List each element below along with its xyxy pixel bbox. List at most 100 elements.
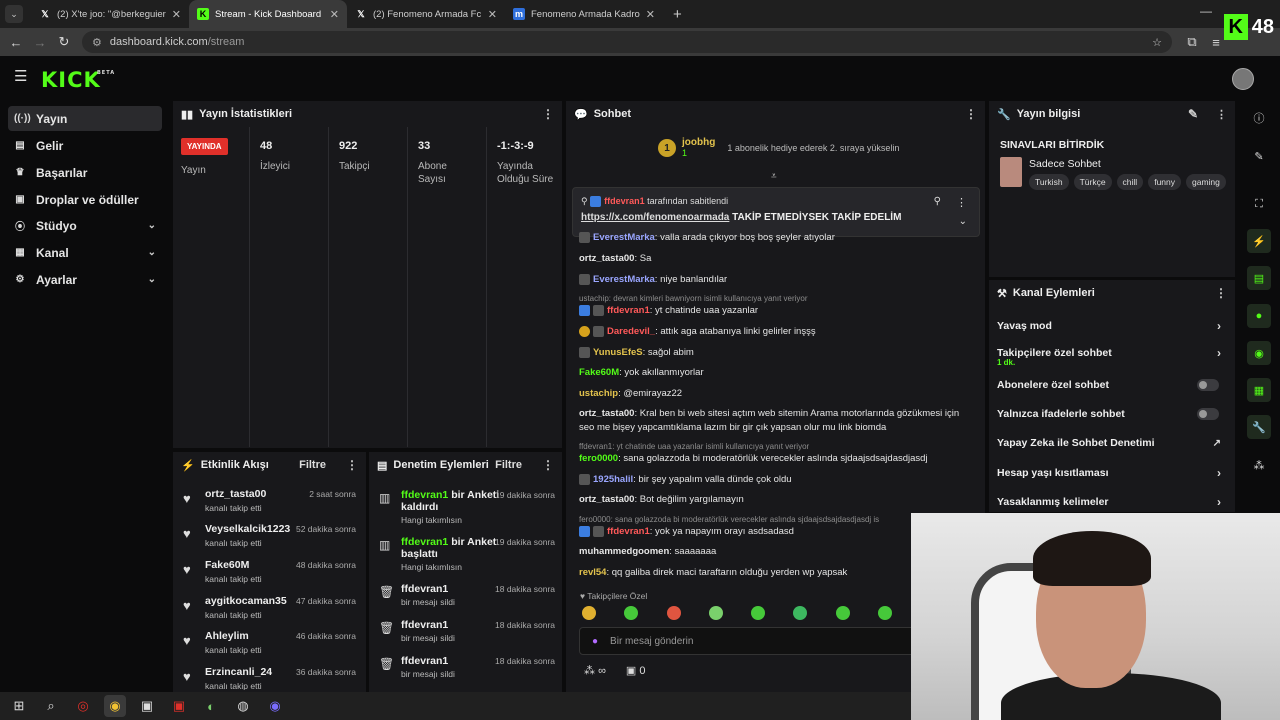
info-icon[interactable]: ⓘ [1247,106,1271,130]
search-icon[interactable]: ⌕ [40,695,62,717]
more-options-icon[interactable]: ⋮ [542,107,554,121]
chat-username[interactable]: EverestMarka [593,274,655,285]
more-options-icon[interactable]: ⋮ [1215,286,1227,300]
close-tab-icon[interactable]: ✕ [646,8,655,21]
minimize-icon[interactable]: — [1200,4,1212,18]
browser-tab[interactable]: m Fenomeno Armada Kadro | Mac ✕ [505,0,663,28]
chrome-icon[interactable]: ◉ [104,695,126,717]
close-tab-icon[interactable]: ✕ [330,8,339,21]
chat-username[interactable]: revl54 [579,567,606,578]
app-icon[interactable]: ◎ [72,695,94,717]
emote-icon[interactable] [835,606,850,620]
bolt-icon[interactable]: ⚡ [1247,229,1271,253]
forward-icon[interactable]: → [28,35,52,50]
sidebar-item-studyo[interactable]: ⦿ Stüdyo ⌄ [8,213,162,238]
action-followers-chat[interactable]: Takipçilere özel sohbet 1 dk. › [997,340,1227,367]
chat-username[interactable]: muhammedgoomen [579,546,669,557]
collapse-icon[interactable]: ⩡ [771,171,777,182]
app-icon[interactable]: ▣ [168,695,190,717]
close-tab-icon[interactable]: ✕ [172,8,181,21]
browser-tab-active[interactable]: K Stream - Kick Dashboard ✕ [189,0,347,28]
windows-start-icon[interactable]: ⊞ [8,695,30,717]
chat-username[interactable]: ortz_tasta00 [579,253,634,264]
sidebar-item-gelir[interactable]: ▤ Gelir [8,133,162,158]
filter-button[interactable]: Filtre [495,459,522,471]
emote-icon[interactable] [708,606,723,620]
action-banned-words[interactable]: Yasaklanmış kelimeler › [997,489,1227,515]
sidebar-item-kanal[interactable]: ▦ Kanal ⌄ [8,240,162,265]
action-slow-mode[interactable]: Yavaş mod › [997,313,1227,339]
more-options-icon[interactable]: ⋮ [1216,108,1227,121]
gift-counter[interactable]: ▣ 0 [626,664,646,677]
browser-tab[interactable]: 𝕏 (2) X'te joo: "@berkeguierr yine ✕ [31,0,189,28]
chat-username[interactable]: ustachip [579,388,618,399]
obs-icon[interactable]: ◍ [232,695,254,717]
chat-username[interactable]: Daredevil_ [607,326,655,337]
add-widget-icon[interactable]: ⁂ [1247,453,1271,477]
more-options-icon[interactable]: ⋮ [542,458,554,472]
sidebar-item-basarilar[interactable]: ♛ Başarılar [8,160,162,185]
sidebar-item-ayarlar[interactable]: ⚙ Ayarlar ⌄ [8,267,162,292]
kick-logo[interactable]: KICK BETA [41,68,114,92]
chat-username[interactable]: ffdevran1 [607,305,650,316]
tab-search-button[interactable]: ⌄ [5,5,23,23]
app-icon[interactable]: ◉ [264,695,286,717]
new-tab-icon[interactable]: + [673,6,682,23]
channel-points[interactable]: ⁂ ∞ [584,664,606,677]
url-field[interactable]: ⚙ dashboard.kick.com/stream ☆ [82,31,1172,53]
mod-user[interactable]: ffdevran1 [401,489,448,501]
chat-username[interactable]: Fake60M [579,367,619,378]
feed-username[interactable]: Erzincanli_24 [205,666,272,678]
emote-icon[interactable] [666,606,681,620]
user-avatar[interactable] [1232,68,1254,90]
back-icon[interactable]: ← [4,35,28,50]
app-icon[interactable]: ▣ [136,695,158,717]
mod-log-icon[interactable]: ▦ [1247,378,1271,402]
chat-username[interactable]: 1925halil [593,474,633,485]
browser-tab[interactable]: 𝕏 (2) Fenomeno Armada Fc (@fe ✕ [347,0,505,28]
feed-username[interactable]: aygitkocaman35 [205,595,287,607]
chat-username[interactable]: EverestMarka [593,232,655,243]
wrench-icon[interactable]: 🔧 [1247,415,1271,439]
sidebar-item-yayin[interactable]: ((·)) Yayın [8,106,162,131]
tag[interactable]: funny [1148,174,1181,190]
edit-icon[interactable]: ✎ [1247,144,1271,168]
extensions-icon[interactable]: ⧉ [1180,34,1204,50]
chat-icon[interactable]: ● [1247,304,1271,328]
emote-icon[interactable] [624,606,639,620]
bookmark-star-icon[interactable]: ☆ [1152,36,1162,49]
feed-username[interactable]: Fake60M [205,559,249,571]
more-options-icon[interactable]: ⋮ [346,458,358,472]
mod-user[interactable]: ffdevran1 [401,583,501,595]
gift-prompt[interactable]: 1 abonelik hediye ederek 2. sıraya yükse… [727,143,899,153]
tag[interactable]: gaming [1186,174,1226,190]
fullscreen-icon[interactable]: ⛶ [1247,192,1271,216]
mic-icon[interactable]: ● [592,636,598,647]
more-options-icon[interactable]: ⋮ [965,107,977,121]
broadcast-icon[interactable]: ◉ [1247,341,1271,365]
subs-chat-toggle[interactable] [1197,379,1219,391]
top-gifter-name[interactable]: joobhg [682,137,715,148]
chevron-down-icon[interactable]: ⌄ [959,216,967,227]
clipboard-icon[interactable]: ▤ [1247,266,1271,290]
site-info-icon[interactable]: ⚙ [92,36,102,49]
chat-username[interactable]: ffdevran1 [607,526,650,537]
emotes-chat-toggle[interactable] [1197,408,1219,420]
mod-user[interactable]: ffdevran1 [401,655,501,667]
chat-username[interactable]: ortz_tasta00 [579,494,634,505]
tag[interactable]: Türkçe [1073,174,1112,190]
chat-username[interactable]: ortz_tasta00 [579,408,634,419]
feed-username[interactable]: Ahleylim [205,630,249,642]
chat-username[interactable]: fero0000 [579,453,618,464]
pin-icon[interactable]: ⚲ [934,196,941,207]
chat-username[interactable]: YunusEfeS [593,347,643,358]
mod-user[interactable]: ffdevran1 [401,619,501,631]
sidebar-item-droplar[interactable]: ▣ Droplar ve ödüller [8,187,162,212]
reload-icon[interactable]: ↻ [52,34,76,50]
emote-icon[interactable] [877,606,892,620]
app-icon[interactable]: ◐ [200,695,222,717]
tag[interactable]: Turkish [1029,174,1069,190]
emote-icon[interactable] [793,606,808,620]
pinned-by-user[interactable]: ffdevran1 [604,196,645,206]
pinned-link[interactable]: https://x.com/fenomenoarmada [581,212,729,223]
